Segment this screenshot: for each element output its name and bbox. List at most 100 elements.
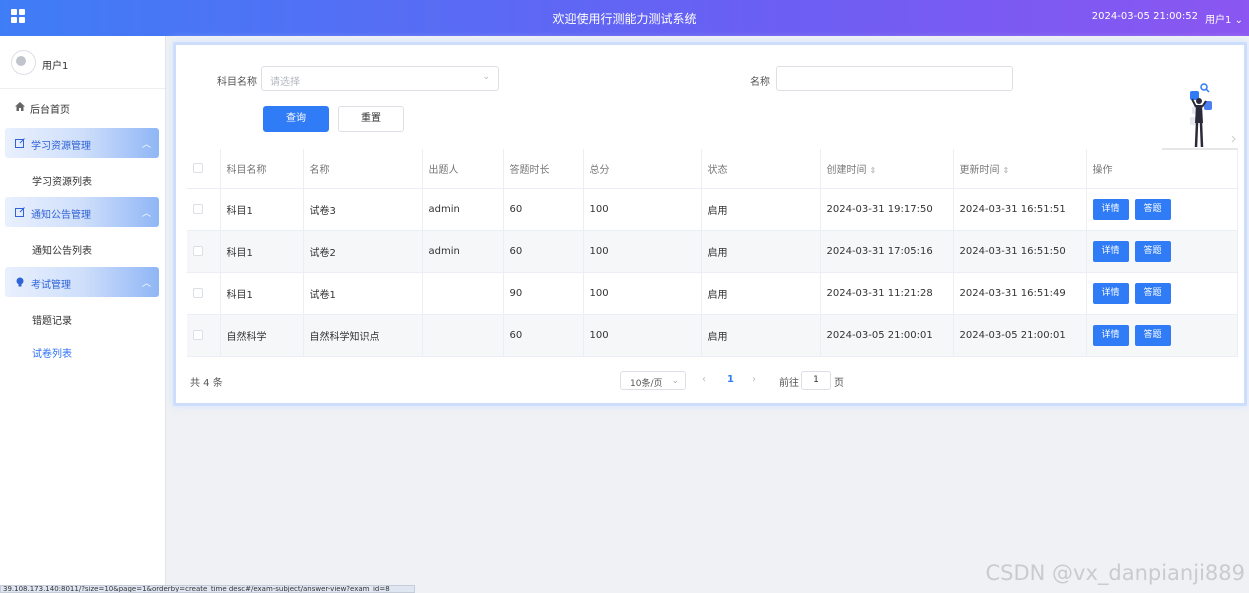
sidebar-group-learning[interactable]: 学习资源管理 ︿ (5, 128, 159, 158)
sidebar-item-home[interactable]: 后台首页 (0, 97, 165, 117)
row-checkbox[interactable] (187, 314, 221, 357)
sidebar-item-wrong-records[interactable]: 错题记录 (32, 312, 72, 327)
reset-button[interactable]: 重置 (338, 106, 404, 132)
lightbulb-icon (16, 277, 24, 287)
table-row: 科目1 试卷1 90 100 启用 2024-03-31 11:21:28 20… (187, 272, 1238, 315)
answer-button[interactable]: 答题 (1134, 198, 1171, 220)
search-person-illustration (1162, 83, 1238, 150)
sidebar-group-label: 考试管理 (31, 280, 71, 291)
col-status: 状态 (701, 149, 821, 189)
cell-score: 100 (583, 188, 702, 231)
total-count: 共 4 条 (190, 378, 223, 389)
detail-button[interactable]: 详情 (1092, 198, 1129, 220)
cell-created: 2024-03-31 11:21:28 (820, 272, 954, 315)
cell-score: 100 (583, 230, 702, 273)
user-menu[interactable]: 用户1 ⌄ (1205, 11, 1243, 26)
cell-status: 启用 (701, 230, 821, 273)
goto-page-input[interactable]: 1 (801, 371, 831, 390)
col-subject: 科目名称 (220, 149, 304, 189)
col-updated-label: 更新时间 (959, 164, 1000, 176)
table-row: 科目1 试卷2 admin 60 100 启用 2024-03-31 17:05… (187, 230, 1238, 273)
name-label: 名称 (750, 77, 770, 88)
cell-author (422, 272, 504, 315)
row-checkbox[interactable] (187, 230, 221, 273)
detail-button[interactable]: 详情 (1092, 324, 1129, 346)
browser-status-url: 39.108.173.140:8011/?size=10&page=1&orde… (0, 585, 415, 593)
main-card: 科目名称 请选择 ⌄ 名称 查询 重置 科目名称 名称 出题人 答题时长 总分 … (176, 45, 1244, 403)
cell-created: 2024-03-31 17:05:16 (820, 230, 954, 273)
subject-label: 科目名称 (217, 77, 257, 88)
cell-name: 自然科学知识点 (303, 314, 423, 357)
chevron-down-icon: ⌄ (1231, 15, 1243, 26)
user-menu-label: 用户1 (1205, 15, 1232, 26)
col-updated[interactable]: 更新时间 ⇕ (953, 149, 1087, 189)
cell-subject: 科目1 (220, 230, 304, 273)
sort-icon[interactable]: ⇕ (870, 166, 877, 175)
table-row: 科目1 试卷3 admin 60 100 启用 2024-03-31 19:17… (187, 188, 1238, 231)
detail-button[interactable]: 详情 (1092, 282, 1129, 304)
row-checkbox[interactable] (187, 188, 221, 231)
sidebar-user: 用户1 (0, 36, 165, 89)
table-row: 自然科学 自然科学知识点 60 100 启用 2024-03-05 21:00:… (187, 314, 1238, 357)
sidebar-username: 用户1 (42, 61, 69, 72)
answer-button[interactable]: 答题 (1134, 324, 1171, 346)
cell-name: 试卷1 (303, 272, 423, 315)
detail-button[interactable]: 详情 (1092, 240, 1129, 262)
sidebar-item-notice-list[interactable]: 通知公告列表 (32, 242, 92, 257)
cell-score: 100 (583, 272, 702, 315)
page-size-value: 10条/页 (630, 379, 663, 389)
col-actions: 操作 (1086, 149, 1238, 189)
cell-actions: 详情 答题 (1086, 230, 1238, 273)
goto-prefix: 前往 (779, 378, 799, 389)
sort-icon[interactable]: ⇕ (1003, 166, 1010, 175)
cell-duration: 60 (503, 188, 584, 231)
select-all-checkbox[interactable] (187, 149, 221, 189)
subject-select[interactable]: 请选择 ⌄ (261, 66, 499, 91)
top-header: 欢迎使用行测能力测试系统 2024-03-05 21:00:52 用户1 ⌄ (0, 0, 1249, 36)
cell-status: 启用 (701, 314, 821, 357)
cell-author: admin (422, 188, 504, 231)
query-button[interactable]: 查询 (263, 106, 329, 132)
cell-subject: 科目1 (220, 188, 304, 231)
cell-status: 启用 (701, 188, 821, 231)
answer-button[interactable]: 答题 (1134, 282, 1171, 304)
table-header-row: 科目名称 名称 出题人 答题时长 总分 状态 创建时间 ⇕ 更新时间 ⇕ 操作 (187, 149, 1238, 189)
sidebar-group-exam[interactable]: 考试管理 ︿ (5, 267, 159, 297)
col-duration: 答题时长 (503, 149, 584, 189)
cell-duration: 60 (503, 230, 584, 273)
paper-table: 科目名称 名称 出题人 答题时长 总分 状态 创建时间 ⇕ 更新时间 ⇕ 操作 科目… (187, 149, 1238, 357)
page-size-select[interactable]: 10条/页 ⌄ (620, 371, 686, 390)
col-created[interactable]: 创建时间 ⇕ (820, 149, 954, 189)
cell-updated: 2024-03-31 16:51:51 (953, 188, 1087, 231)
chevron-down-icon: ⌄ (482, 72, 490, 82)
cell-author: admin (422, 230, 504, 273)
cell-subject: 科目1 (220, 272, 304, 315)
name-input[interactable] (776, 66, 1013, 91)
cell-name: 试卷2 (303, 230, 423, 273)
chevron-up-icon: ︿ (141, 140, 151, 150)
next-page-button[interactable]: › (752, 374, 756, 385)
avatar (11, 50, 36, 75)
prev-page-button[interactable]: ‹ (702, 374, 706, 385)
sidebar-item-learning-list[interactable]: 学习资源列表 (32, 173, 92, 188)
subject-select-placeholder: 请选择 (270, 77, 300, 88)
edit-icon (15, 138, 25, 148)
goto-suffix: 页 (834, 378, 844, 389)
col-score: 总分 (583, 149, 702, 189)
answer-button[interactable]: 答题 (1134, 240, 1171, 262)
sidebar-group-notice[interactable]: 通知公告管理 ︿ (5, 197, 159, 227)
cell-subject: 自然科学 (220, 314, 304, 357)
system-title: 欢迎使用行测能力测试系统 (552, 12, 697, 26)
cell-updated: 2024-03-31 16:51:49 (953, 272, 1087, 315)
col-name: 名称 (303, 149, 423, 189)
cell-status: 启用 (701, 272, 821, 315)
cell-actions: 详情 答题 (1086, 188, 1238, 231)
sidebar-item-paper-list[interactable]: 试卷列表 (32, 345, 72, 360)
watermark: CSDN @vx_danpianji889 (985, 561, 1245, 585)
header-datetime: 2024-03-05 21:00:52 (1091, 11, 1198, 22)
page-number-current[interactable]: 1 (727, 374, 734, 385)
row-checkbox[interactable] (187, 272, 221, 315)
cell-author (422, 314, 504, 357)
cell-created: 2024-03-05 21:00:01 (820, 314, 954, 357)
sidebar: 用户1 后台首页 学习资源管理 ︿ 学习资源列表 通知公告管理 ︿ 通知公告列表… (0, 36, 166, 593)
